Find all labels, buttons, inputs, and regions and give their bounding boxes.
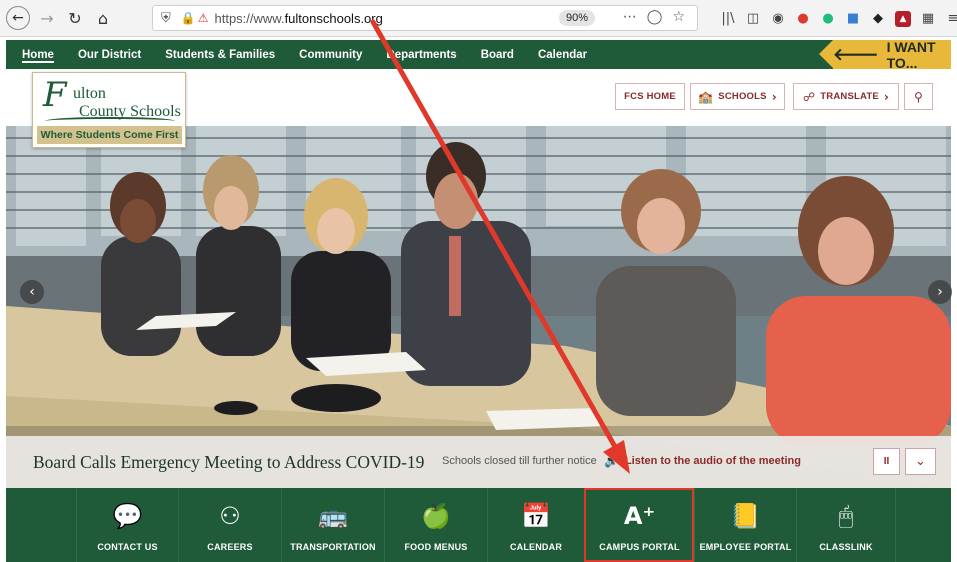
audio-link-label: Listen to the audio of the meeting — [624, 455, 801, 467]
nav-home[interactable]: Home — [6, 40, 66, 69]
slide-title[interactable]: Board Calls Emergency Meeting to Address… — [33, 452, 424, 473]
grammarly-icon[interactable]: ● — [820, 11, 836, 27]
back-icon[interactable]: ← — [6, 6, 30, 30]
hero-photo — [6, 126, 951, 488]
search-button[interactable]: ⚲ — [904, 83, 933, 110]
quick-link-calendar[interactable]: 📅 CALENDAR — [487, 488, 584, 562]
quick-link-label: FOOD MENUS — [404, 542, 468, 552]
bus-icon: 🚌 — [318, 502, 348, 530]
calendar-icon: 📅 — [521, 502, 551, 530]
quick-link-label: CAMPUS PORTAL — [599, 542, 680, 552]
fcs-home-label: FCS HOME — [624, 91, 676, 102]
quick-link-contact-us[interactable]: 💬 CONTACT US — [76, 488, 178, 562]
url-text[interactable]: https://www.fultonschools.org — [214, 11, 382, 26]
forward-icon[interactable]: → — [34, 5, 60, 31]
quick-link-label: CAREERS — [207, 542, 253, 552]
quick-link-careers[interactable]: ⚇ CAREERS — [178, 488, 281, 562]
pinterest-icon[interactable]: ● — [795, 11, 811, 27]
left-arrow-icon: 🡐 — [833, 44, 879, 65]
next-slide-button[interactable]: › — [928, 280, 952, 304]
a-plus-icon: A⁺ — [623, 502, 656, 530]
reload-icon[interactable]: ↻ — [62, 5, 88, 31]
puzzle-icon[interactable]: ◆ — [870, 11, 886, 27]
pause-button[interactable]: II — [873, 448, 900, 475]
logo-tagline: Where Students Come First — [37, 126, 182, 144]
slide-notice: Schools closed till further notice — [442, 455, 597, 467]
quick-link-label: EMPLOYEE PORTAL — [699, 542, 792, 552]
lock-icon[interactable]: 🔒 — [181, 11, 196, 25]
extension-toolbar: ||\ ◫ ◉ ● ● ■ ◆ ▲ ▦ ≡ — [720, 0, 957, 37]
shield-icon[interactable]: ⛨ — [161, 11, 171, 26]
schools-button[interactable]: 🏫 SCHOOLS › — [690, 83, 785, 110]
quick-link-transportation[interactable]: 🚌 TRANSPORTATION — [281, 488, 384, 562]
chevron-right-icon: › — [771, 89, 777, 104]
zoom-badge[interactable]: 90% — [559, 10, 596, 26]
translate-bubbles-icon: ☍ — [802, 89, 816, 104]
quick-link-label: CLASSLINK — [819, 542, 873, 552]
people-icon: ⚇ — [219, 502, 241, 530]
quick-link-label: CONTACT US — [97, 542, 158, 552]
nav-departments[interactable]: Departments — [374, 40, 468, 69]
quick-link-employee-portal[interactable]: 📒 EMPLOYEE PORTAL — [694, 488, 796, 562]
previous-slide-button[interactable]: ‹ — [20, 280, 44, 304]
extension-icon[interactable]: ■ — [845, 11, 861, 27]
fulton-logo[interactable]: F ulton County Schools Where Students Co… — [32, 72, 186, 148]
chat-phone-icon: 💬 — [112, 502, 143, 530]
home-icon[interactable]: ⌂ — [90, 5, 116, 31]
browser-cursor-icon: 🖱 — [838, 502, 854, 530]
nav-calendar[interactable]: Calendar — [526, 40, 599, 69]
i-want-to-label: I WANT TO... — [886, 38, 936, 71]
quick-link-food-menus[interactable]: 🍏 FOOD MENUS — [384, 488, 487, 562]
i-want-to-button[interactable]: 🡐 I WANT TO... — [819, 38, 951, 71]
menu-icon[interactable]: ≡ — [945, 11, 957, 27]
speaker-icon: 🔊 — [604, 454, 619, 468]
quick-link-classlink[interactable]: 🖱 CLASSLINK — [796, 488, 896, 562]
library-icon[interactable]: ||\ — [720, 11, 736, 27]
chevron-right-icon: › — [883, 89, 890, 104]
logo-line1: ulton — [73, 85, 106, 102]
bookmark-star-icon[interactable]: ☆ — [672, 9, 685, 25]
logo-swoosh — [45, 117, 175, 125]
nav-students-families[interactable]: Students & Families — [153, 40, 287, 69]
apple-tablet-icon: 🍏 — [421, 502, 451, 530]
quick-link-label: CALENDAR — [509, 542, 563, 552]
translate-button[interactable]: ☍ TRANSLATE › — [793, 83, 899, 110]
hero-slideshow — [6, 126, 951, 488]
fcs-home-button[interactable]: FCS HOME — [615, 83, 685, 110]
address-bar[interactable]: ⛨ 🔒 ⚠ https://www.fultonschools.org 90% … — [152, 5, 698, 31]
page: ← → ↻ ⌂ ⛨ 🔒 ⚠ https://www.fultonschools.… — [0, 0, 957, 562]
logo-initial: F — [43, 75, 67, 115]
quick-link-label: TRANSPORTATION — [290, 542, 376, 552]
grid-icon[interactable]: ▦ — [920, 11, 936, 27]
school-building-icon: 🏫 — [698, 89, 714, 104]
quick-links-bar: 💬 CONTACT US ⚇ CAREERS 🚌 TRANSPORTATION … — [6, 488, 951, 562]
pocket-icon[interactable]: ◯ — [647, 9, 663, 25]
main-nav: Home Our District Students & Families Co… — [6, 38, 951, 71]
url-actions: ⋯ ◯ ☆ — [623, 9, 685, 25]
chevron-down-icon[interactable]: ⌄ — [905, 448, 936, 475]
translate-label: TRANSLATE — [820, 91, 879, 102]
schools-label: SCHOOLS — [718, 91, 767, 102]
nav-board[interactable]: Board — [469, 40, 526, 69]
nav-our-district[interactable]: Our District — [66, 40, 153, 69]
browser-toolbar: ← → ↻ ⌂ ⛨ 🔒 ⚠ https://www.fultonschools.… — [0, 0, 957, 37]
audio-link[interactable]: 🔊 Listen to the audio of the meeting — [604, 454, 801, 468]
permissions-icon[interactable]: ⚠ — [198, 11, 209, 25]
quick-link-campus-portal[interactable]: A⁺ CAMPUS PORTAL — [584, 488, 694, 562]
contact-book-icon: 📒 — [730, 502, 761, 530]
sidebar-icon[interactable]: ◫ — [745, 11, 761, 27]
account-icon[interactable]: ◉ — [770, 11, 786, 27]
pdf-icon[interactable]: ▲ — [895, 10, 911, 27]
more-icon[interactable]: ⋯ — [623, 9, 637, 25]
nav-community[interactable]: Community — [287, 40, 374, 69]
search-icon: ⚲ — [914, 89, 923, 104]
slide-caption: Board Calls Emergency Meeting to Address… — [6, 436, 951, 488]
